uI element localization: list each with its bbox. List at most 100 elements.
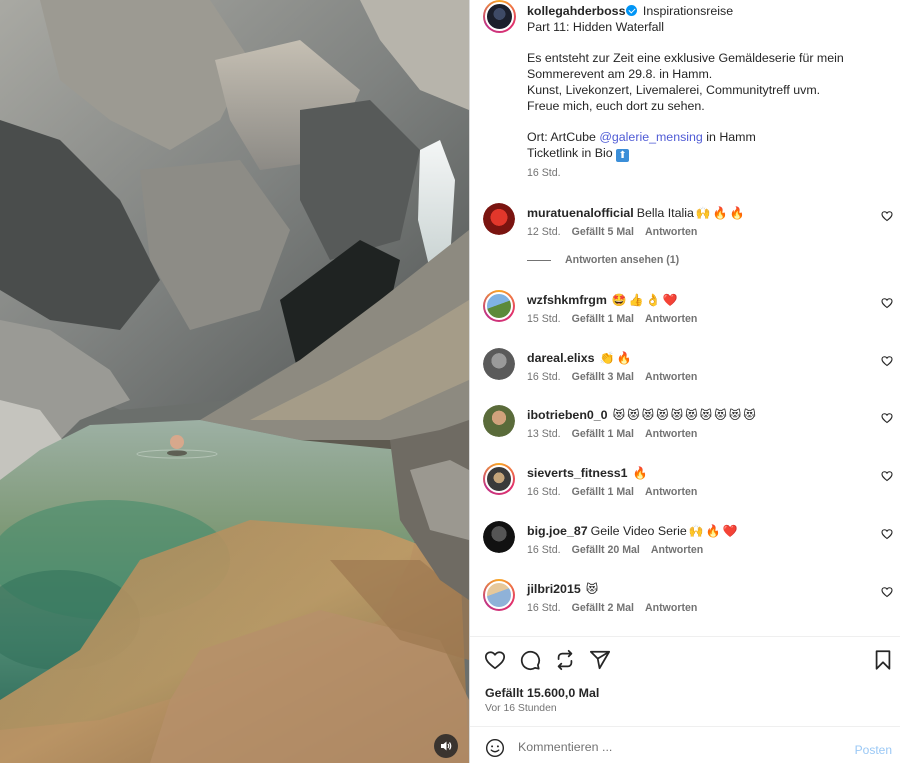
comment-likes[interactable]: Gefällt 2 Mal	[572, 602, 634, 614]
comment-likes[interactable]: Gefällt 1 Mal	[572, 313, 634, 325]
bookmark-icon[interactable]	[872, 649, 894, 671]
comment-like-heart-icon[interactable]	[881, 528, 893, 540]
repost-icon[interactable]	[554, 649, 576, 671]
comment-like-heart-icon[interactable]	[881, 470, 893, 482]
commenter-username[interactable]: ibotrieben0_0	[527, 408, 608, 422]
view-replies-label: Antworten ansehen (1)	[565, 254, 680, 266]
comment-body: Geile Video Serie	[590, 524, 687, 538]
comment-likes[interactable]: Gefällt 3 Mal	[572, 371, 634, 383]
reply-button[interactable]: Antworten	[645, 428, 697, 440]
reply-button[interactable]: Antworten	[645, 226, 697, 238]
comment-like-heart-icon[interactable]	[881, 210, 893, 222]
commenter-avatar[interactable]	[483, 348, 515, 380]
post-comment-button[interactable]: Posten	[855, 743, 892, 757]
view-replies-button[interactable]: Antworten ansehen (1)	[527, 254, 679, 266]
comment-likes[interactable]: Gefällt 5 Mal	[572, 226, 634, 238]
comment-time: 15 Std.	[527, 313, 561, 325]
comment-row: big.joe_87 Geile Video Serie 🙌 🔥 ❤️ 16 Std. Ge…	[470, 521, 900, 567]
commenter-username[interactable]: dareal.elixs	[527, 351, 595, 365]
post-actions-bar: Gefällt 15.600,0 Mal Vor 16 Stunden	[470, 636, 900, 726]
comment-time: 12 Std.	[527, 226, 561, 238]
author-avatar[interactable]	[483, 0, 516, 33]
waterfall-photo	[0, 0, 469, 763]
commenter-username[interactable]: wzfshkmfrgm	[527, 293, 607, 307]
post-caption: kollegahderboss Inspirationsreise Part 1…	[527, 4, 887, 182]
commenter-username[interactable]: sieverts_fitness1	[527, 466, 628, 480]
share-icon[interactable]	[589, 649, 611, 671]
comment-like-heart-icon[interactable]	[881, 412, 893, 424]
comment-text: ibotrieben0_0 😻 😻 😻 😻 😻 😻 😻 😻 😻 😻	[527, 407, 756, 423]
comment-text: jilbri2015 😻	[527, 581, 598, 597]
comment-meta: 16 Std. Gefällt 20 Mal Antworten	[527, 544, 703, 556]
comment-emoji: 😻	[641, 408, 655, 422]
reply-button[interactable]: Antworten	[651, 544, 703, 556]
comment-like-heart-icon[interactable]	[881, 297, 893, 309]
reply-button[interactable]: Antworten	[645, 486, 697, 498]
comment-time: 16 Std.	[527, 544, 561, 556]
like-heart-icon[interactable]	[484, 649, 506, 671]
commenter-avatar[interactable]	[483, 290, 515, 322]
commenter-username[interactable]: big.joe_87	[527, 524, 588, 538]
commenter-username[interactable]: jilbri2015	[527, 582, 581, 596]
reply-button[interactable]: Antworten	[645, 602, 697, 614]
commenter-avatar[interactable]	[483, 405, 515, 437]
caption-line: Es entsteht zur Zeit eine exklusive Gemä…	[527, 51, 844, 66]
comment-body: Bella Italia	[636, 206, 694, 220]
commenter-username[interactable]: muratuenalofficial	[527, 206, 634, 220]
comment-like-heart-icon[interactable]	[881, 586, 893, 598]
comment-likes[interactable]: Gefällt 1 Mal	[572, 428, 634, 440]
comment-like-heart-icon[interactable]	[881, 355, 893, 367]
comment-row: ibotrieben0_0 😻 😻 😻 😻 😻 😻 😻 😻 😻 😻 13 Std. Gefällt 1 …	[470, 405, 900, 451]
comment-row: dareal.elixs 👏 🔥 16 Std. Gefällt 3 Mal Antwor…	[470, 348, 900, 394]
comment-text: muratuenalofficial Bella Italia 🙌 🔥 🔥	[527, 205, 745, 221]
comment-row: sieverts_fitness1 🔥 16 Std. Gefällt 1 Mal An…	[470, 463, 900, 509]
replies-divider	[527, 259, 551, 261]
commenter-avatar[interactable]	[483, 463, 515, 495]
comment-icon[interactable]	[519, 649, 541, 671]
comment-emoji: 😻	[627, 408, 640, 422]
comment-input[interactable]	[518, 736, 838, 758]
comment-meta: 15 Std. Gefällt 1 Mal Antworten	[527, 313, 697, 325]
comment-emoji: 🙌	[695, 206, 711, 220]
sound-toggle-button[interactable]	[434, 734, 458, 758]
comment-text: big.joe_87 Geile Video Serie 🙌 🔥 ❤️	[527, 523, 738, 539]
comment-time: 13 Std.	[527, 428, 561, 440]
comment-emoji: 😻	[699, 408, 713, 422]
comments-list[interactable]: kollegahderboss Inspirationsreise Part 1…	[470, 0, 900, 636]
comment-time: 16 Std.	[527, 602, 561, 614]
author-username[interactable]: kollegahderboss	[527, 4, 625, 18]
instagram-post: kollegahderboss Inspirationsreise Part 1…	[0, 0, 900, 763]
comment-row: wzfshkmfrgm 🤩 👍 👌 ❤️ 15 Std. Gefällt 1 Mal Antw…	[470, 290, 900, 336]
commenter-avatar[interactable]	[483, 203, 515, 235]
post-date: Vor 16 Stunden	[485, 703, 557, 714]
comment-meta: 16 Std. Gefällt 1 Mal Antworten	[527, 486, 697, 498]
comment-emoji: 😻	[656, 408, 669, 422]
mention-link[interactable]: @galerie_mensing	[599, 130, 703, 144]
comment-meta: 16 Std. Gefällt 2 Mal Antworten	[527, 602, 697, 614]
reply-button[interactable]: Antworten	[645, 313, 697, 325]
commenter-avatar[interactable]	[483, 521, 515, 553]
post-media[interactable]	[0, 0, 469, 763]
likes-count[interactable]: Gefällt 15.600,0 Mal	[485, 686, 599, 700]
comment-composer: Posten	[470, 726, 900, 763]
comment-text: sieverts_fitness1 🔥	[527, 465, 648, 481]
comment-emoji: 🔥	[729, 206, 745, 220]
comment-meta: 12 Std. Gefällt 5 Mal Antworten	[527, 226, 697, 238]
comment-emoji: 🔥	[616, 351, 632, 365]
comment-emoji: 😻	[728, 408, 742, 422]
verified-icon	[626, 5, 638, 16]
caption-line: Kunst, Livekonzert, Livemalerei, Communi…	[527, 82, 821, 97]
post-title-tag: Inspirationsreise	[642, 4, 734, 18]
comment-likes[interactable]: Gefällt 1 Mal	[572, 486, 634, 498]
reply-button[interactable]: Antworten	[645, 371, 697, 383]
comment-emoji: ❤️	[722, 524, 738, 538]
up-arrow-emoji: ⬆	[616, 149, 630, 163]
comment-meta: 13 Std. Gefällt 1 Mal Antworten	[527, 428, 697, 440]
smiley-icon[interactable]	[485, 738, 505, 758]
comment-emoji: 😻	[685, 408, 698, 422]
comment-likes[interactable]: Gefällt 20 Mal	[572, 544, 640, 556]
comment-emoji: 🔥	[632, 466, 648, 480]
comment-emoji: 😻	[714, 408, 727, 422]
comment-emoji: 👌	[645, 293, 661, 307]
commenter-avatar[interactable]	[483, 579, 515, 611]
